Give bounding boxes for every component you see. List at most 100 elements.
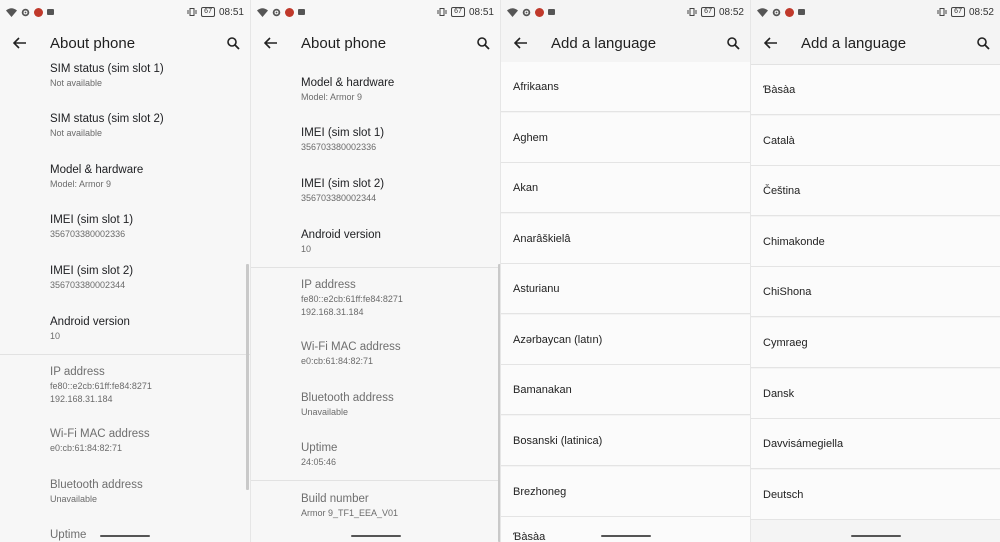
arrow-left-icon [514, 37, 527, 49]
imei-slot2-row[interactable]: IMEI (sim slot 2) 356703380002344 [0, 264, 250, 292]
language-item[interactable]: Català [751, 116, 1000, 166]
language-item[interactable]: Aghem [501, 113, 750, 163]
imei-slot2-row[interactable]: IMEI (sim slot 2) 356703380002344 [251, 177, 500, 205]
search-icon [476, 36, 490, 50]
search-button[interactable] [216, 24, 250, 62]
screen-record-icon [298, 9, 305, 15]
row-title: IMEI (sim slot 1) [301, 127, 385, 139]
app-bar: Add a language [501, 24, 750, 62]
row-summary-line2: 192.168.31.184 [301, 307, 364, 317]
row-title: Android version [301, 229, 381, 241]
row-summary: fe80::e2cb:61ff:fe84:8271 [50, 381, 152, 391]
row-summary: Unavailable [301, 407, 349, 417]
ip-address-row[interactable]: IP address fe80::e2cb:61ff:fe84:8271 192… [0, 365, 250, 406]
page-title: About phone [301, 34, 387, 52]
wifi-mac-row[interactable]: Wi-Fi MAC address e0:cb:61:84:82:71 [251, 340, 500, 368]
row-title: Wi-Fi MAC address [50, 428, 150, 440]
arrow-left-icon [264, 37, 277, 49]
gesture-nav-handle[interactable] [851, 535, 901, 537]
back-button[interactable] [751, 24, 791, 62]
row-summary: Model: Armor 9 [50, 179, 112, 189]
gesture-nav-handle[interactable] [351, 535, 401, 537]
status-time: 08:51 [218, 6, 244, 18]
row-summary-line2: 192.168.31.184 [50, 394, 113, 404]
back-button[interactable] [0, 24, 40, 62]
row-summary: 356703380002344 [50, 280, 126, 290]
battery-icon: 67 [201, 7, 215, 17]
app-notification-icon [34, 7, 43, 17]
row-title: IP address [301, 279, 356, 291]
imei-slot1-row[interactable]: IMEI (sim slot 1) 356703380002336 [0, 213, 250, 241]
arrow-left-icon [13, 37, 26, 49]
bluetooth-address-row[interactable]: Bluetooth address Unavailable [0, 478, 250, 506]
scrollbar[interactable] [246, 264, 249, 490]
wifi-icon [757, 7, 768, 17]
gear-icon [21, 8, 30, 16]
bluetooth-address-row[interactable]: Bluetooth address Unavailable [251, 391, 500, 419]
language-item[interactable]: Davvisámegiella [751, 419, 1000, 469]
search-button[interactable] [716, 24, 750, 62]
search-icon [726, 36, 740, 50]
language-item[interactable]: Ɓàsàa [751, 65, 1000, 115]
language-item[interactable]: Bamanakan [501, 365, 750, 415]
search-button[interactable] [966, 24, 1000, 62]
app-notification-icon [535, 7, 544, 17]
build-number-row[interactable]: Build number Armor 9_TF1_EEA_V01 [251, 492, 500, 520]
gesture-nav-handle[interactable] [601, 535, 651, 537]
language-item[interactable]: Afrikaans [501, 62, 750, 112]
language-item[interactable]: Azərbaycan (latın) [501, 315, 750, 365]
model-hardware-row[interactable]: Model & hardware Model: Armor 9 [0, 163, 250, 191]
language-item[interactable]: Brezhoneg [501, 467, 750, 517]
language-item[interactable]: Čeština [751, 166, 1000, 216]
row-summary: 10 [50, 331, 61, 341]
language-item[interactable]: Ɓàsàa [501, 517, 750, 542]
ip-address-row[interactable]: IP address fe80::e2cb:61ff:fe84:8271 192… [251, 278, 500, 319]
row-title: Model & hardware [50, 164, 144, 176]
search-icon [226, 36, 240, 50]
gesture-nav-handle[interactable] [100, 535, 150, 537]
language-item[interactable]: Akan [501, 163, 750, 213]
status-time: 08:52 [968, 6, 994, 18]
gear-icon [522, 8, 531, 16]
vibrate-icon [937, 8, 947, 16]
language-item[interactable]: ChiShona [751, 267, 1000, 317]
row-summary: 356703380002344 [301, 193, 377, 203]
imei-slot1-row[interactable]: IMEI (sim slot 1) 356703380002336 [251, 126, 500, 154]
model-hardware-row[interactable]: Model & hardware Model: Armor 9 [251, 76, 500, 104]
language-item[interactable]: Asturianu [501, 264, 750, 314]
android-version-row[interactable]: Android version 10 [0, 315, 250, 343]
language-list: Ɓàsàa Català Čeština Chimakonde ChiShona… [751, 62, 1000, 542]
sim-status-slot1-row[interactable]: SIM status (sim slot 1) Not available [0, 62, 250, 90]
app-bar: Add a language [751, 24, 1000, 62]
row-title: Bluetooth address [301, 392, 394, 404]
screen-record-icon [47, 9, 54, 15]
section-divider [251, 267, 500, 268]
row-summary: e0:cb:61:84:82:71 [50, 443, 123, 453]
gear-icon [772, 8, 781, 16]
row-summary: Unavailable [50, 494, 98, 504]
vibrate-icon [687, 8, 697, 16]
language-list: Afrikaans Aghem Akan Anarâškielâ Asturia… [501, 62, 750, 542]
battery-icon: 67 [951, 7, 965, 17]
wifi-mac-row[interactable]: Wi-Fi MAC address e0:cb:61:84:82:71 [0, 427, 250, 455]
row-title: Uptime [301, 442, 338, 454]
screen-record-icon [798, 9, 805, 15]
language-item[interactable]: Anarâškielâ [501, 214, 750, 264]
back-button[interactable] [251, 24, 291, 62]
row-summary: 10 [301, 244, 312, 254]
wifi-icon [6, 7, 17, 17]
row-title: Build number [301, 493, 369, 505]
battery-icon: 67 [701, 7, 715, 17]
language-item[interactable]: Deutsch [751, 470, 1000, 520]
android-version-row[interactable]: Android version 10 [251, 228, 500, 256]
language-item[interactable]: Bosanski (latinica) [501, 416, 750, 466]
sim-status-slot2-row[interactable]: SIM status (sim slot 2) Not available [0, 112, 250, 140]
search-button[interactable] [466, 24, 500, 62]
language-item[interactable]: Cymraeg [751, 318, 1000, 368]
page-title: About phone [50, 34, 136, 52]
back-button[interactable] [501, 24, 541, 62]
row-title: IMEI (sim slot 1) [50, 214, 134, 226]
uptime-row[interactable]: Uptime 24:05:46 [251, 441, 500, 469]
language-item[interactable]: Dansk [751, 369, 1000, 419]
language-item[interactable]: Chimakonde [751, 217, 1000, 267]
